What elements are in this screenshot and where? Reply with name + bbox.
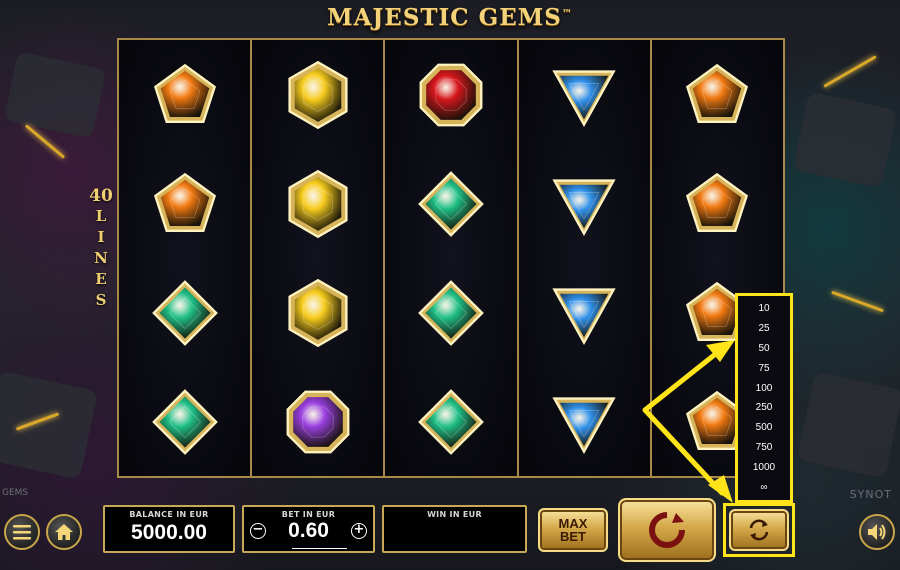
reel-symbol <box>279 383 357 461</box>
reel-symbol <box>412 165 490 243</box>
home-icon <box>55 524 73 540</box>
reel-symbol <box>545 165 623 243</box>
green-diamond-gem <box>418 170 484 237</box>
autoplay-option[interactable]: 1000 <box>753 462 775 473</box>
reel-symbol <box>678 56 756 134</box>
max-bet-label: MAX BET <box>559 517 588 543</box>
green-diamond-gem <box>151 388 218 455</box>
autoplay-option[interactable]: 25 <box>758 323 769 334</box>
reel-symbol <box>545 274 623 352</box>
bet-panel: BET IN EUR − 0.60 + <box>242 505 375 553</box>
reel-symbol <box>146 383 224 461</box>
bet-controls: − 0.60 + <box>244 519 373 543</box>
reel-3 <box>385 40 519 476</box>
reel-2 <box>252 40 386 476</box>
yellow-hexagon-gem <box>288 169 348 238</box>
blue-triangle-gem <box>552 287 616 345</box>
max-bet-line2: BET <box>559 529 586 544</box>
lines-letter: I <box>97 228 105 246</box>
reel-symbol <box>412 274 490 352</box>
provider-logo: SYNOT <box>849 488 892 501</box>
autoplay-option[interactable]: 75 <box>758 363 769 374</box>
rock-decoration <box>796 371 900 479</box>
lines-letter: N <box>94 249 108 267</box>
yellow-hexagon-gem <box>288 278 348 347</box>
green-diamond-gem <box>151 279 218 346</box>
trademark: ™ <box>561 8 573 20</box>
reel-symbol <box>279 56 357 134</box>
autoplay-options-list: 10 25 50 75 100 250 500 750 1000 ∞ <box>735 293 793 503</box>
orange-pentagon-gem <box>686 63 749 123</box>
autoplay-option[interactable]: 10 <box>758 303 769 314</box>
balance-panel: BALANCE IN EUR 5000.00 <box>103 505 235 553</box>
bet-value: 0.60 <box>288 519 329 542</box>
purple-octagon-gem <box>286 390 350 453</box>
spin-arrow-icon <box>649 512 685 548</box>
lines-letter: E <box>95 270 107 288</box>
red-octagon-gem <box>419 63 483 126</box>
rock-decoration <box>792 91 898 189</box>
reel-symbol <box>146 274 224 352</box>
reel-1 <box>119 40 253 476</box>
autoplay-option[interactable]: 100 <box>756 383 773 394</box>
reel-symbol <box>545 56 623 134</box>
lines-word: L I N E S <box>94 206 108 311</box>
balance-value: 5000.00 <box>131 521 207 544</box>
max-bet-button[interactable]: MAX BET <box>538 508 608 552</box>
reel-symbol <box>146 165 224 243</box>
crack-decoration <box>823 55 877 88</box>
reel-symbol <box>678 165 756 243</box>
rock-decoration <box>0 370 99 480</box>
reel-symbol <box>412 383 490 461</box>
reel-grid <box>117 38 785 478</box>
spin-button[interactable] <box>618 498 716 562</box>
green-diamond-gem <box>418 388 484 455</box>
orange-pentagon-gem <box>153 172 216 232</box>
reel-symbol <box>146 56 224 134</box>
autoplay-option[interactable]: 500 <box>756 422 773 433</box>
yellow-hexagon-gem <box>288 60 348 129</box>
autoplay-highlight <box>723 503 795 557</box>
win-panel: WIN IN EUR <box>382 505 527 553</box>
reel-symbol <box>412 56 490 134</box>
reel-4 <box>518 40 652 476</box>
home-button[interactable] <box>46 514 82 550</box>
speaker-icon <box>868 524 886 540</box>
crack-decoration <box>831 290 884 313</box>
bet-decrease-button[interactable]: − <box>250 523 266 539</box>
game-title: MAJESTIC GEMS™ <box>0 4 900 31</box>
game-brand-label: GEMS <box>2 488 29 498</box>
reel-symbol <box>279 165 357 243</box>
bet-underline <box>292 548 347 549</box>
win-label: WIN IN EUR <box>427 510 482 519</box>
autoplay-option[interactable]: 750 <box>756 442 773 453</box>
reel-symbol <box>279 274 357 352</box>
orange-pentagon-gem <box>153 63 216 123</box>
hamburger-icon <box>13 525 31 540</box>
bet-increase-button[interactable]: + <box>351 523 367 539</box>
bet-label: BET IN EUR <box>281 510 336 519</box>
title-text: MAJESTIC GEMS <box>327 4 562 31</box>
autoplay-option[interactable]: 250 <box>756 402 773 413</box>
lines-count: 40 <box>89 186 113 206</box>
blue-triangle-gem <box>552 396 616 454</box>
blue-triangle-gem <box>552 178 616 236</box>
orange-pentagon-gem <box>686 172 749 232</box>
menu-button[interactable] <box>4 514 40 550</box>
blue-triangle-gem <box>552 69 616 127</box>
sound-button[interactable] <box>859 514 895 550</box>
balance-label: BALANCE IN EUR <box>129 510 209 519</box>
rock-decoration <box>3 51 107 139</box>
green-diamond-gem <box>418 279 484 346</box>
lines-badge: 40 L I N E S <box>86 186 116 336</box>
reel-symbol <box>545 383 623 461</box>
lines-letter: L <box>95 207 107 225</box>
lines-letter: S <box>95 291 107 309</box>
autoplay-option[interactable]: ∞ <box>760 482 767 493</box>
autoplay-option[interactable]: 50 <box>758 343 769 354</box>
